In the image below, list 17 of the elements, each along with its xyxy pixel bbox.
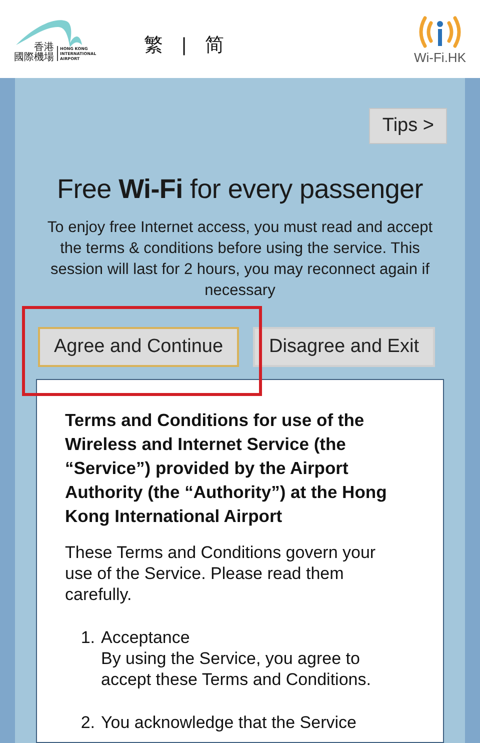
headline: Free Wi-Fi for every passenger xyxy=(56,174,424,205)
agree-button[interactable]: Agree and Continue xyxy=(38,327,240,367)
terms-title: Terms and Conditions for use of the Wireless and Internet Service (the “Service”) provided by the Airport Authority (the “Authority”) at the Hong Kong International Airport xyxy=(65,409,388,528)
list-number: 1. xyxy=(80,627,96,649)
language-link[interactable]: 简 xyxy=(205,32,224,58)
list-number: 2. xyxy=(80,712,96,733)
language-separator: | xyxy=(181,34,188,56)
list-heading: Acceptance xyxy=(101,627,191,648)
language-link[interactable]: 繁 xyxy=(144,32,163,58)
list-heading: You acknowledge that the Service xyxy=(101,712,356,733)
wifi-hk-logo-text: Wi-Fi.HK xyxy=(414,50,466,64)
tips-button[interactable]: Tips > xyxy=(369,108,447,144)
list-text: By using the Service, you agree to accept these Terms and Conditions. xyxy=(101,648,372,690)
intro-text: To enjoy free Internet access, you must read and accept the terms & conditions before using the service. This session will last for 2 hours, you may reconnect again if necessary xyxy=(46,218,434,301)
terms-intro: These Terms and Conditions govern your use of the Service. Please read them carefully. xyxy=(65,542,377,605)
logo-chinese-text: 香港 國際機場 xyxy=(14,43,54,63)
disagree-button[interactable]: Disagree and Exit xyxy=(253,327,435,367)
